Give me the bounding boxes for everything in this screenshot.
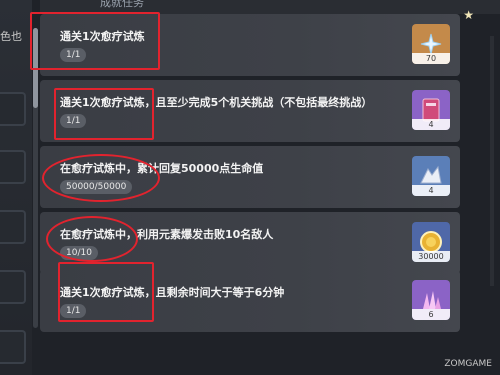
reward-item[interactable]: 70 bbox=[412, 24, 450, 64]
left-sidebar: 色也 bbox=[0, 0, 32, 375]
red-highlight-box bbox=[54, 88, 154, 140]
reward-count: 6 bbox=[412, 309, 450, 320]
red-highlight-ellipse bbox=[42, 154, 160, 202]
reward-count: 4 bbox=[412, 119, 450, 130]
right-scroll-track bbox=[490, 36, 494, 286]
red-highlight-box bbox=[58, 262, 154, 322]
reward-item[interactable]: 4 bbox=[412, 156, 450, 196]
reward-count: 70 bbox=[412, 53, 450, 64]
page-title: 成就任务 bbox=[100, 0, 144, 9]
reward-item[interactable]: 4 bbox=[412, 90, 450, 130]
reward-item[interactable]: 30000 bbox=[412, 222, 450, 262]
sidebar-decoration bbox=[0, 330, 26, 364]
sidebar-decoration bbox=[0, 210, 26, 244]
list-scrollbar[interactable] bbox=[33, 28, 38, 328]
sidebar-decoration bbox=[0, 150, 26, 184]
reward-count: 4 bbox=[412, 185, 450, 196]
sidebar-decoration bbox=[0, 92, 26, 126]
reward-count: 30000 bbox=[412, 251, 450, 262]
sidebar-decoration bbox=[0, 270, 26, 304]
red-highlight-box bbox=[30, 12, 160, 70]
sidebar-text: 色也 bbox=[0, 30, 22, 43]
star-icon[interactable]: ★ bbox=[463, 8, 474, 22]
watermark: ZOMGAME bbox=[444, 359, 492, 369]
red-highlight-ellipse bbox=[46, 216, 138, 262]
reward-item[interactable]: 6 bbox=[412, 280, 450, 320]
